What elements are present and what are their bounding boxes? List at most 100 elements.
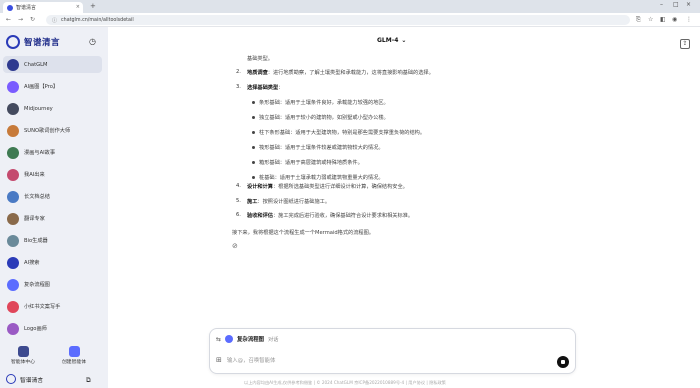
create-agent-button[interactable]: 创建智能体 <box>62 346 86 365</box>
bio-icon <box>7 234 19 247</box>
address-bar[interactable]: ⓘ chatglm.cn/main/alltoolsdetail <box>46 15 630 25</box>
midjourney-icon <box>7 102 19 115</box>
sidebar-item-label: 我AI出来 <box>24 172 45 178</box>
sidebar-item-ai-out[interactable]: 我AI出来 <box>3 166 102 183</box>
agent-center-icon <box>17 346 29 357</box>
chevron-down-icon: ⌄ <box>401 37 407 44</box>
sidebar-item-bio[interactable]: Bio生成器 <box>3 232 102 249</box>
tab-close-icon[interactable]: × <box>76 4 80 10</box>
attach-file-icon[interactable]: ⊞ <box>216 356 222 364</box>
maximize-icon[interactable]: □ <box>673 1 679 8</box>
screenshot-icon[interactable]: ⎘ <box>636 16 641 24</box>
list-number: 3. <box>236 84 241 90</box>
sidebar-item-long-doc[interactable]: 长文档总结 <box>3 188 102 205</box>
ai-draw-icon <box>7 80 19 93</box>
bullet-icon <box>252 131 255 134</box>
sidebar-item-midjourney[interactable]: Midjourney <box>3 100 102 117</box>
message-text: 箱形基础：适用于高层建筑或特殊地质条件。 <box>259 160 363 166</box>
bullet-icon <box>252 116 255 119</box>
profile-icon[interactable]: ◉ <box>672 16 677 23</box>
create-agent-icon <box>68 346 80 357</box>
tab-title: 智谱清言 <box>16 5 37 11</box>
message-text: 桩基础：适用于土壤承载力弱或建筑物重量大的情况。 <box>259 175 384 181</box>
list-number: 5. <box>236 198 241 204</box>
flowchart-icon <box>7 278 19 291</box>
brand-logo-icon <box>6 35 20 49</box>
message-text: 接下来，我将根据这个流程生成一个Mermaid格式的流程图。 <box>232 230 374 236</box>
sidebar-item-suno[interactable]: SUNO歌词创作大师 <box>3 122 102 139</box>
list-number: 4. <box>236 183 241 189</box>
chatglm-icon <box>7 58 19 71</box>
minimize-icon[interactable]: – <box>660 1 663 8</box>
extensions-icon[interactable]: ◧ <box>660 16 666 23</box>
reload-icon[interactable]: ↻ <box>30 16 35 23</box>
chat-label: 对话 <box>268 336 279 343</box>
ai-search-icon <box>7 256 19 269</box>
sidebar-item-label: Bio生成器 <box>24 238 48 244</box>
back-arrow-icon[interactable]: ⇆ <box>216 336 221 343</box>
bookmark-star-icon[interactable]: ☆ <box>648 16 653 23</box>
flowchart-agent-icon <box>225 335 234 343</box>
browser-tab[interactable]: 智谱清言 × <box>3 2 83 13</box>
message-text: 地质调查：进行地质勘察，了解土壤类型和承载能力，这将直接影响基础的选择。 <box>247 70 434 76</box>
new-tab-button[interactable]: + <box>90 2 96 10</box>
brand[interactable]: 智谱清言 <box>6 35 60 49</box>
message-text: 设计和计算：根据所选基础类型进行详细设计和计算，确保结构安全。 <box>247 184 408 190</box>
share-icon[interactable]: ⇪ <box>680 39 690 49</box>
input-row: ⊞ 输入@，召唤智能体 <box>216 356 275 364</box>
message-text: 柱下条形基础：适用于大型建筑物，特别是那些需要支撑重负荷的结构。 <box>259 130 426 136</box>
sidebar-item-ai-search[interactable]: AI搜索 <box>3 254 102 271</box>
sidebar-item-translate[interactable]: 翻译专家 <box>3 210 102 227</box>
agent-center-label: 智能体中心 <box>11 360 35 365</box>
back-icon[interactable]: ← <box>6 16 11 23</box>
device-switch-icon[interactable]: ⧉ <box>86 376 91 385</box>
agent-context: ⇆ 复杂流程图 对话 <box>216 335 278 343</box>
list-number: 2. <box>236 69 241 75</box>
sidebar-item-flowchart[interactable]: 复杂流程图 <box>3 276 102 293</box>
sidebar-item-chatglm[interactable]: ChatGLM <box>3 56 102 73</box>
list-number: 6. <box>236 212 241 218</box>
create-agent-label: 创建智能体 <box>62 360 86 365</box>
message-text: 施工：按照设计图纸进行基础施工。 <box>247 199 331 205</box>
bullet-icon <box>252 176 255 179</box>
message-input[interactable]: 输入@，召唤智能体 <box>227 356 276 364</box>
forward-icon[interactable]: → <box>18 16 23 23</box>
sidebar-item-xiaohongshu[interactable]: 小红书文案写手 <box>3 298 102 315</box>
message-text: 筏形基础：适用于土壤条件较差或建筑物较大的情况。 <box>259 145 384 151</box>
comic-icon <box>7 146 19 159</box>
message-text: 独立基础：适用于较小的建筑物，如别墅或小型办公楼。 <box>259 115 389 121</box>
translate-icon <box>7 212 19 225</box>
user-name: 智谱清言 <box>20 377 44 384</box>
sidebar-item-label: AI画图【Pro】 <box>24 84 59 90</box>
sidebar-item-comic[interactable]: 漫画与AI故事 <box>3 144 102 161</box>
sidebar-item-label: Logo画师 <box>24 326 47 332</box>
sidebar-item-label: 漫画与AI故事 <box>24 150 56 156</box>
bullet-icon <box>252 146 255 149</box>
close-window-icon[interactable]: × <box>686 1 691 8</box>
message-text: 条形基础：适用于土壤条件良好，承载能力较强的地区。 <box>259 100 389 106</box>
browser-toolbar: ← → ↻ ⓘ chatglm.cn/main/alltoolsdetail ⎘… <box>0 13 700 27</box>
sidebar-item-label: ChatGLM <box>24 61 48 68</box>
stop-generation-button[interactable] <box>557 356 569 368</box>
agent-center-button[interactable]: 智能体中心 <box>11 346 35 365</box>
site-info-icon[interactable]: ⓘ <box>52 17 57 24</box>
agent-name[interactable]: 复杂流程图 <box>237 335 264 343</box>
menu-icon[interactable]: ⋮ <box>686 16 692 23</box>
bullet-icon <box>252 101 255 104</box>
logo-painter-icon <box>7 322 19 335</box>
user-profile[interactable]: 智谱清言 <box>6 374 43 384</box>
model-selector[interactable]: GLM-4 ⌄ <box>377 37 406 44</box>
model-name: GLM-4 <box>377 37 399 44</box>
ai-out-icon <box>7 168 19 181</box>
brand-name: 智谱清言 <box>24 38 61 48</box>
history-icon[interactable]: ◷ <box>89 37 96 46</box>
footer-disclaimer: 以上内容均由AI生成,仅供参考和借鉴 | © 2024 ChatGLM 京ICP… <box>244 380 446 385</box>
sidebar-item-label: Midjourney <box>24 105 53 112</box>
sidebar-item-logo[interactable]: Logo画师 <box>3 320 102 337</box>
message-text: 验收和评估：施工完成后进行验收，确保基础符合设计要求和相关标准。 <box>247 213 414 219</box>
sidebar-item-ai-draw[interactable]: AI画图【Pro】 <box>3 78 102 95</box>
tab-favicon-icon <box>7 4 13 11</box>
sidebar-item-label: AI搜索 <box>24 260 40 266</box>
sidebar-item-label: 翻译专家 <box>24 216 45 222</box>
bullet-icon <box>252 161 255 164</box>
